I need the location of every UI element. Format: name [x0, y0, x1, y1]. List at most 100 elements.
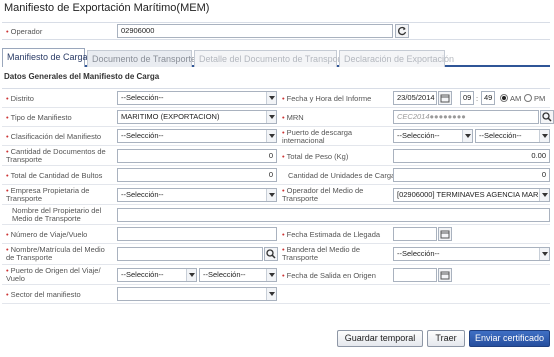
chevron-down-icon — [539, 248, 549, 260]
form-row: Total de Cantidad de Bultos 0 Cantidad d… — [2, 166, 550, 185]
operador-medio-value: [02906000] TERMINAVES AGENCIA MARITIMA — [397, 190, 550, 199]
chevron-down-icon — [266, 269, 276, 281]
cantidad-documentos-input[interactable]: 0 — [117, 149, 277, 163]
numero-viaje-input[interactable] — [117, 227, 277, 241]
numero-viaje-label: Número de Viaje/Vuelo — [6, 231, 88, 239]
mrn-input[interactable]: CEC2014●●●●●●●● — [393, 110, 539, 124]
sector-label: Sector del manifiesto — [6, 291, 81, 299]
distrito-select[interactable]: --Selección-- — [117, 91, 277, 105]
bandera-value: --Selección-- — [397, 249, 440, 258]
clasificacion-value: --Selección-- — [121, 131, 164, 140]
chevron-down-icon — [266, 189, 276, 201]
chevron-down-icon — [266, 130, 276, 142]
refresh-icon — [398, 26, 407, 36]
total-bultos-input[interactable]: 0 — [117, 168, 277, 182]
form-row: Empresa Propietaria de Transporte --Sele… — [2, 185, 550, 205]
tab-declaracion-exportacion[interactable]: Declaración de Exportación — [339, 50, 454, 67]
bandera-select[interactable]: --Selección-- — [393, 247, 550, 261]
operador-medio-select[interactable]: [02906000] TERMINAVES AGENCIA MARITIMA — [393, 188, 550, 202]
puerto-origen-select-2[interactable]: --Selección-- — [199, 268, 277, 282]
calendar-icon — [440, 230, 450, 239]
tab-manifiesto-carga[interactable]: Manifiesto de Carga — [2, 48, 88, 67]
fecha-informe-label: Fecha y Hora del Informe — [282, 95, 372, 103]
bandera-label: Bandera del Medio de Transporte — [282, 246, 387, 262]
fecha-llegada-label: Fecha Estimada de Llegada — [282, 231, 380, 239]
puerto-descarga-value-1: --Selección-- — [397, 131, 440, 140]
puerto-origen-select-1[interactable]: --Selección-- — [117, 268, 197, 282]
sector-select[interactable] — [117, 287, 277, 301]
am-radio[interactable] — [500, 94, 508, 102]
form-row: Número de Viaje/Vuelo Fecha Estimada de … — [2, 225, 550, 244]
calendar-icon — [440, 271, 450, 280]
puerto-descarga-value-2: --Selección-- — [479, 131, 522, 140]
chevron-down-icon — [539, 130, 549, 142]
form-row: Distrito --Selección-- Fecha y Hora del … — [2, 89, 550, 108]
guardar-temporal-button[interactable]: Guardar temporal — [337, 330, 423, 347]
operator-label: Operador — [6, 28, 43, 36]
calendar-icon — [440, 94, 450, 103]
operator-row: Operador 02906000 — [2, 22, 550, 40]
enviar-certificado-button[interactable]: Enviar certificado — [469, 330, 550, 347]
puerto-descarga-select-2[interactable]: --Selección-- — [475, 129, 550, 143]
distrito-value: --Selección-- — [121, 93, 164, 102]
nombre-matricula-label: Nombre/Matrícula del Medio de Transporte — [6, 246, 114, 262]
fecha-salida-label: Fecha de Salida en Origen — [282, 272, 376, 280]
tab-bar: Manifiesto de Carga Documento de Transpo… — [2, 48, 550, 67]
pm-radio[interactable] — [524, 94, 532, 102]
chevron-down-icon — [266, 92, 276, 104]
empresa-propietaria-label: Empresa Propietaria de Transporte — [6, 187, 114, 203]
refresh-button[interactable] — [395, 24, 409, 38]
tab-documento-transporte[interactable]: Documento de Transporte — [87, 50, 196, 67]
unidades-carga-label: Cantidad de Unidades de Carga — [288, 171, 396, 180]
total-peso-input[interactable]: 0.00 — [393, 149, 550, 163]
puerto-descarga-label: Puerto de descarga internacional — [282, 129, 387, 145]
nombre-matricula-input[interactable] — [117, 247, 263, 261]
operator-input[interactable]: 02906000 — [117, 24, 393, 38]
calendar-button[interactable] — [438, 268, 452, 282]
calendar-button[interactable] — [438, 91, 452, 105]
operador-medio-label: Operador del Medio de Transporte — [282, 187, 387, 203]
empresa-propietaria-value: --Selección-- — [121, 190, 164, 199]
nombre-propietario-input[interactable] — [117, 208, 550, 222]
fecha-salida-input[interactable] — [393, 268, 437, 282]
tipo-manifiesto-label: Tipo de Manifiesto — [6, 114, 72, 122]
form-row: Nombre/Matrícula del Medio de Transporte… — [2, 244, 550, 265]
form-row: Nombre del Propietario del Medio de Tran… — [2, 205, 550, 225]
calendar-button[interactable] — [438, 227, 452, 241]
empresa-propietaria-select[interactable]: --Selección-- — [117, 188, 277, 202]
chevron-down-icon — [462, 130, 472, 142]
clasificacion-select[interactable]: --Selección-- — [117, 129, 277, 143]
form-row: Puerto de Origen del Viaje/ Vuelo --Sele… — [2, 265, 550, 285]
puerto-origen-label: Puerto de Origen del Viaje/ Vuelo — [6, 267, 114, 283]
page-title: Manifiesto de Exportación Marítimo(MEM) — [4, 2, 210, 14]
am-label: AM — [510, 94, 522, 103]
puerto-descarga-select-1[interactable]: --Selección-- — [393, 129, 473, 143]
traer-button[interactable]: Traer — [427, 330, 465, 347]
chevron-down-icon — [186, 269, 196, 281]
distrito-label: Distrito — [6, 95, 34, 103]
tab-detalle-documento[interactable]: Detalle del Documento de Transporte — [194, 50, 348, 67]
form-grid: Distrito --Selección-- Fecha y Hora del … — [2, 88, 554, 304]
form-row: Tipo de Manifiesto MARITIMO (EXPORTACION… — [2, 108, 554, 127]
time-separator: : — [476, 94, 479, 103]
total-bultos-label: Total de Cantidad de Bultos — [6, 172, 103, 180]
fecha-informe-minute[interactable]: 49 — [481, 91, 495, 105]
search-button[interactable] — [264, 247, 278, 261]
fecha-informe-date[interactable]: 23/05/2014 — [393, 91, 437, 105]
unidades-carga-input[interactable]: 0 — [393, 168, 550, 182]
tipo-manifiesto-select[interactable]: MARITIMO (EXPORTACION) — [117, 110, 277, 124]
search-button[interactable] — [540, 110, 554, 124]
chevron-down-icon — [266, 288, 276, 300]
puerto-origen-value-2: --Selección-- — [203, 270, 246, 279]
tipo-manifiesto-value: MARITIMO (EXPORTACION) — [121, 112, 220, 121]
fecha-informe-hour[interactable]: 09 — [460, 91, 474, 105]
search-icon — [266, 249, 276, 259]
section-title: Datos Generales del Manifiesto de Carga — [4, 72, 160, 81]
mrn-label: MRN — [282, 114, 304, 122]
search-icon — [542, 112, 552, 122]
total-peso-label: Total de Peso (Kg) — [282, 153, 349, 161]
fecha-llegada-input[interactable] — [393, 227, 437, 241]
chevron-down-icon — [539, 189, 549, 201]
clasificacion-label: Clasificación del Manifiesto — [6, 133, 101, 141]
puerto-origen-value-1: --Selección-- — [121, 270, 164, 279]
